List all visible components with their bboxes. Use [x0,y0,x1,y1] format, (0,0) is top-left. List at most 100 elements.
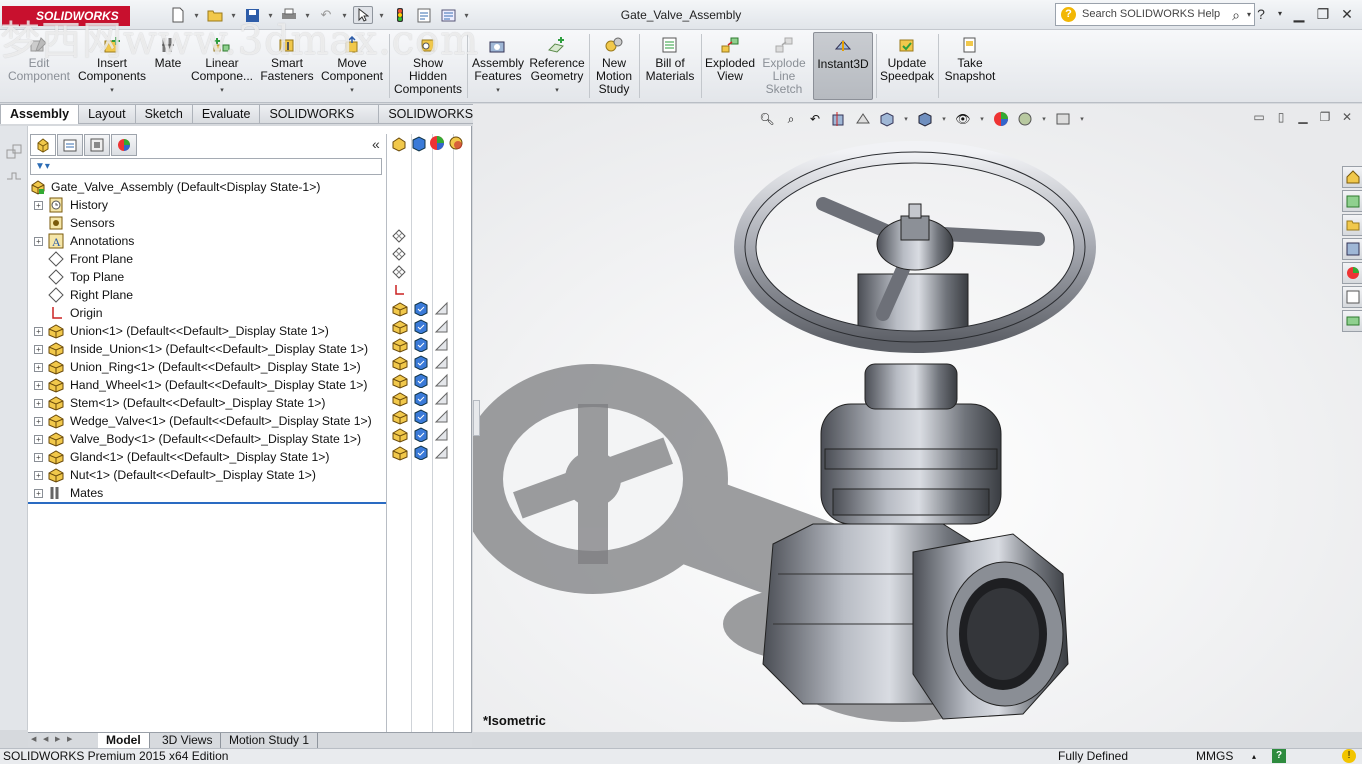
tree-component-row[interactable]: + Stem<1> (Default<<Default>_Display Stat… [28,394,386,412]
display-mode-column-icon[interactable] [410,135,427,155]
tree-node-row[interactable]: Right Plane [28,286,386,304]
last-tab-icon[interactable]: ▶ [67,735,77,745]
tree-node-row[interactable]: + Mates [28,484,386,502]
tree-component-row[interactable]: + Inside_Union<1> (Default<<Default>_Disp… [28,340,386,358]
appearance-icon[interactable] [434,337,449,352]
section-view-icon[interactable] [830,110,848,128]
open-dropdown-icon[interactable]: ▾ [229,6,238,24]
help-icon[interactable]: ? [1252,4,1270,24]
configuration-manager-tab[interactable] [84,134,110,156]
appearance-column-icon[interactable] [429,135,446,155]
view-orientation-icon[interactable] [878,110,896,128]
display-style-dropdown-icon[interactable]: ▾ [940,110,948,128]
expand-icon[interactable]: + [34,453,43,462]
filter-icon[interactable]: ▼▾ [35,161,50,172]
select-icon[interactable] [353,6,373,24]
tree-node-row[interactable]: Top Plane [28,268,386,286]
appearances-scenes-icon[interactable] [1342,262,1362,284]
display-mode-icon[interactable] [413,373,428,389]
undo-icon[interactable]: ↶ [316,6,336,24]
step-icon[interactable] [6,170,22,184]
viewport-split-icon[interactable]: ▯ [1274,110,1288,124]
tree-root-assembly[interactable]: Gate_Valve_Assembly (Default<Display Sta… [28,178,386,196]
close-icon[interactable]: ✕ [1338,4,1356,24]
viewport-restore-icon[interactable]: ❐ [1318,110,1332,124]
tree-node-row[interactable]: Sensors [28,214,386,232]
collapse-panel-icon[interactable]: « [372,136,380,152]
tree-component-row[interactable]: + Valve_Body<1> (Default<<Default>_Displa… [28,430,386,448]
new-motion-study-button[interactable]: New Motion Study [592,32,636,100]
tab-3d-views[interactable]: 3D Views [154,733,222,748]
display-mode-icon[interactable] [413,409,428,425]
display-mode-icon[interactable] [413,445,428,461]
appearance-icon[interactable] [434,319,449,334]
apply-scene-dropdown-icon[interactable]: ▾ [1040,110,1048,128]
tooltip-bulb-icon[interactable]: ! [1342,749,1356,763]
assembly-features-button[interactable]: Assembly Features ▾ [470,32,526,100]
viewport-minimize-icon[interactable]: ▁ [1296,110,1310,124]
feature-manager-tab[interactable] [30,134,56,156]
take-snapshot-button[interactable]: Take Snapshot [941,32,999,100]
tab-evaluate[interactable]: Evaluate [192,104,261,124]
file-properties-icon[interactable] [414,6,434,24]
search-dropdown-icon[interactable]: ▾ [1247,4,1251,25]
display-mode-icon[interactable] [413,319,428,335]
tab-assembly[interactable]: Assembly [0,104,80,124]
edit-component-button[interactable]: Edit Component [4,32,74,100]
rollback-bar[interactable] [28,502,386,504]
design-library-icon[interactable] [1342,190,1362,212]
hide-show-column-icon[interactable] [391,135,408,155]
solidworks-resources-icon[interactable] [1342,166,1362,188]
print-dropdown-icon[interactable]: ▾ [303,6,312,24]
tab-addins[interactable]: SOLIDWORKS Add-Ins [260,104,380,140]
display-manager-tab[interactable] [111,134,137,156]
valve-model-render[interactable] [473,104,1362,732]
tree-component-row[interactable]: + Gland<1> (Default<<Default>_Display Sta… [28,448,386,466]
update-speedpak-button[interactable]: Update Speedpak [879,32,935,100]
reference-geometry-button[interactable]: Reference Geometry ▾ [528,32,586,100]
bill-of-materials-button[interactable]: Bill of Materials [642,32,698,100]
save-dropdown-icon[interactable]: ▾ [266,6,275,24]
restore-icon[interactable]: ❐ [1314,4,1332,24]
expand-icon[interactable]: + [34,399,43,408]
visibility-icon[interactable] [392,301,408,317]
chevron-down-icon[interactable]: ▾ [110,84,114,97]
rebuild-icon[interactable] [390,6,410,24]
visibility-icon[interactable] [392,319,408,335]
display-mode-icon[interactable] [413,427,428,443]
tree-node-row[interactable]: + A Annotations [28,232,386,250]
appearance-icon[interactable] [434,355,449,370]
chevron-down-icon[interactable]: ▾ [496,84,500,97]
insert-components-button[interactable]: Insert Components ▾ [76,32,148,100]
select-dropdown-icon[interactable]: ▾ [377,6,386,24]
smart-fasteners-button[interactable]: Smart Fasteners [258,32,316,100]
tab-motion-study[interactable]: Motion Study 1 [221,733,319,748]
chevron-down-icon[interactable]: ▾ [350,84,354,97]
new-icon[interactable] [168,6,188,24]
visibility-icon[interactable] [392,337,408,353]
solidworks-logo[interactable]: SOLIDWORKS [2,6,130,26]
view-orientation-dropdown-icon[interactable]: ▾ [902,110,910,128]
edit-appearance-icon[interactable] [992,110,1010,128]
display-mode-icon[interactable] [413,301,428,317]
feature-filter-input[interactable]: ▼▾ [30,158,382,175]
appearance-icon[interactable] [434,391,449,406]
appearance-icon[interactable] [434,409,449,424]
tab-sketch[interactable]: Sketch [135,104,193,124]
undo-dropdown-icon[interactable]: ▾ [340,6,349,24]
graphics-area[interactable]: 🔍︎ ⌕ ↶ ▾ ▾ 👁︎ ▾ ▾ ▾ ▭ ▯ ▁ ❐ ✕ *Isometric [473,104,1362,732]
appearance-icon[interactable] [434,373,449,388]
hide-show-dropdown-icon[interactable]: ▾ [978,110,986,128]
viewport-close-icon[interactable]: ✕ [1340,110,1354,124]
tree-node-row[interactable]: + History [28,196,386,214]
save-icon[interactable] [242,6,262,24]
options-dropdown-icon[interactable]: ▾ [462,6,471,24]
linear-component-pattern-button[interactable]: Linear Compone... ▾ [188,32,256,100]
expand-icon[interactable]: + [34,471,43,480]
tree-component-row[interactable]: + Wedge_Valve<1> (Default<<Default>_Displ… [28,412,386,430]
appearance-icon[interactable] [434,301,449,316]
mate-button[interactable]: Mate [150,32,186,100]
quick-tips-help-icon[interactable]: ? [1272,749,1286,763]
tree-component-row[interactable]: + Nut<1> (Default<<Default>_Display State… [28,466,386,484]
new-dropdown-icon[interactable]: ▾ [192,6,201,24]
